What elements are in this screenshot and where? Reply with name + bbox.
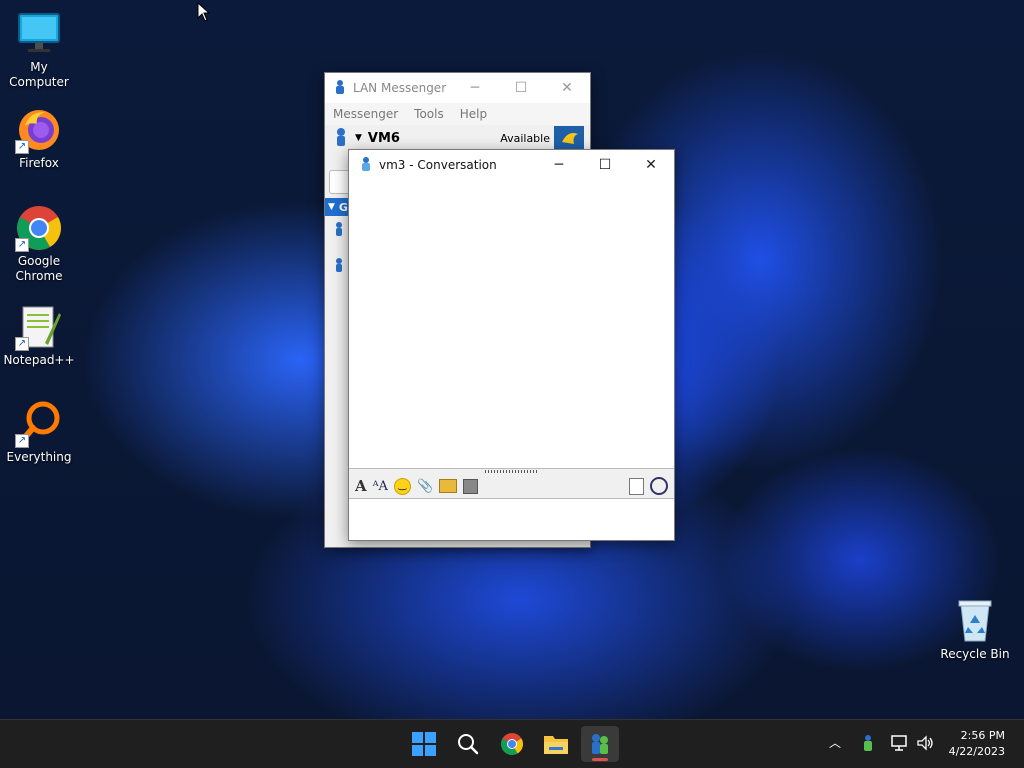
clock-date: 4/22/2023 — [948, 745, 1005, 758]
user-name: VM6 — [367, 130, 400, 146]
conversation-titlebar[interactable]: vm3 - Conversation ─ ☐ ✕ — [349, 150, 674, 180]
chevron-up-icon: ︿ — [829, 736, 842, 750]
desktop-icon-notepad-plus-plus[interactable]: ↗ Notepad++ — [3, 303, 75, 368]
window-title: LAN Messenger — [353, 81, 447, 95]
search-button[interactable] — [449, 726, 487, 762]
conversation-app-icon — [359, 156, 373, 175]
maximize-button[interactable]: ☐ — [582, 150, 628, 180]
user-avatar-icon — [335, 127, 347, 150]
firefox-icon: ↗ — [15, 106, 63, 154]
maximize-button[interactable]: ☐ — [498, 73, 544, 103]
clock[interactable]: 2:56 PM 4/22/2023 — [935, 728, 1005, 760]
recycle-bin-icon — [951, 597, 999, 645]
lan-messenger-titlebar[interactable]: LAN Messenger ─ ☐ ✕ — [325, 73, 590, 103]
volume-icon[interactable] — [916, 734, 934, 755]
lan-messenger-app-icon — [592, 734, 608, 754]
desktop-icon-label: Recycle Bin — [940, 647, 1010, 661]
magnifier-search-icon: ↗ — [15, 400, 63, 448]
notepad-plus-plus-icon: ↗ — [15, 303, 63, 351]
desktop-icon-google-chrome[interactable]: ↗ Google Chrome — [3, 204, 75, 284]
chrome-icon: ↗ — [15, 204, 63, 252]
close-button[interactable]: ✕ — [628, 150, 674, 180]
taskbar-file-explorer-button[interactable] — [537, 726, 575, 762]
contact-avatar-icon[interactable] — [334, 221, 344, 240]
desktop-icon-label: Notepad++ — [3, 353, 75, 367]
desktop-icon-recycle-bin[interactable]: Recycle Bin — [939, 597, 1011, 662]
mouse-cursor-icon — [197, 1, 211, 25]
contact-avatar-icon[interactable] — [334, 257, 344, 276]
desktop-icon-label: Google Chrome — [15, 254, 63, 283]
menu-bar: Messenger Tools Help — [325, 103, 590, 125]
computer-icon — [15, 10, 63, 58]
shortcut-arrow-icon: ↗ — [15, 140, 29, 154]
smiley-icon[interactable]: ‿ — [393, 477, 411, 495]
search-icon — [458, 734, 479, 755]
menu-messenger[interactable]: Messenger — [333, 107, 398, 121]
message-toolbar: A ᴬA ‿ 📎 — [349, 474, 674, 498]
desktop-icon-everything[interactable]: ↗ Everything — [3, 400, 75, 465]
taskbar-chrome-button[interactable] — [493, 726, 531, 762]
font-color-icon[interactable]: ᴬA — [373, 479, 388, 494]
status-text[interactable]: Available — [500, 132, 550, 145]
transfers-clock-icon[interactable] — [650, 477, 668, 495]
menu-tools[interactable]: Tools — [414, 107, 444, 121]
font-icon[interactable]: A — [355, 477, 367, 495]
history-icon[interactable] — [629, 477, 644, 495]
desktop-icon-my-computer[interactable]: My Computer — [3, 10, 75, 90]
message-history[interactable] — [349, 180, 674, 468]
save-icon[interactable] — [463, 478, 479, 494]
minimize-button[interactable]: ─ — [452, 73, 498, 103]
group-name: G — [338, 200, 348, 214]
user-status-bar: ▼ VM6 Available — [325, 125, 590, 151]
send-file-icon[interactable]: 📎 — [417, 479, 433, 494]
tray-lan-messenger-icon[interactable] — [860, 734, 876, 755]
clock-time: 2:56 PM — [960, 729, 1005, 742]
group-expand-icon: ▼ — [328, 202, 335, 212]
shortcut-arrow-icon: ↗ — [15, 434, 29, 448]
desktop-icon-label: My Computer — [9, 60, 69, 89]
user-picture-icon[interactable] — [554, 126, 584, 150]
status-dropdown-chevron-icon[interactable]: ▼ — [355, 133, 362, 143]
lan-messenger-app-icon — [333, 79, 347, 98]
minimize-button[interactable]: ─ — [536, 150, 582, 180]
menu-help[interactable]: Help — [460, 107, 487, 121]
taskbar: ︿ 2:56 PM 4/22/2023 — [0, 719, 1024, 768]
folder-icon — [544, 736, 568, 754]
desktop-icon-label: Firefox — [19, 156, 59, 170]
network-icon[interactable] — [891, 734, 909, 755]
chrome-icon — [501, 733, 523, 755]
shortcut-arrow-icon: ↗ — [15, 238, 29, 252]
taskbar-lan-messenger-button[interactable] — [581, 726, 619, 762]
message-input[interactable] — [349, 498, 674, 535]
send-folder-icon[interactable] — [439, 479, 458, 493]
start-button[interactable] — [405, 726, 443, 762]
desktop-icon-firefox[interactable]: ↗ Firefox — [3, 106, 75, 171]
desktop-icon-label: Everything — [6, 450, 72, 464]
windows-logo-icon — [412, 732, 436, 756]
conversation-window[interactable]: vm3 - Conversation ─ ☐ ✕ A ᴬA ‿ 📎 — [348, 149, 675, 541]
active-app-indicator — [592, 758, 608, 761]
shortcut-arrow-icon: ↗ — [15, 337, 29, 351]
window-title: vm3 - Conversation — [379, 158, 497, 172]
close-button[interactable]: ✕ — [544, 73, 590, 103]
show-hidden-icons-button[interactable]: ︿ — [829, 734, 841, 751]
